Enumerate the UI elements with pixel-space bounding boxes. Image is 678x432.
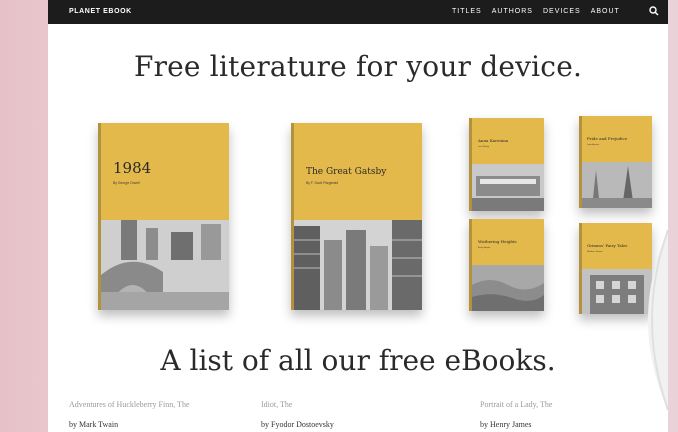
list-item[interactable]: Adventures of Huckleberry Finn, The by M… xyxy=(69,400,190,429)
decorative-swoosh xyxy=(648,230,668,410)
nav-devices-link[interactable]: DEVICES xyxy=(543,8,581,15)
list-item-author[interactable]: by Mark Twain xyxy=(69,420,190,429)
book-author: Jane Austen xyxy=(587,144,600,146)
book-title: Anna Karenina xyxy=(478,138,509,143)
book-author: Brothers Grimm xyxy=(587,251,603,253)
trees-photo-image xyxy=(582,162,652,208)
book-author: Leo Tolstoy xyxy=(478,146,490,148)
top-navigation-bar: PLANET EBOOK TITLES AUTHORS DEVICES ABOU… xyxy=(48,0,668,24)
book-author: Emily Brontë xyxy=(478,247,491,249)
browser-page: PLANET EBOOK TITLES AUTHORS DEVICES ABOU… xyxy=(48,0,668,432)
site-logo-link[interactable]: PLANET EBOOK xyxy=(69,8,132,15)
book-cover-1984[interactable]: 1984 By George Orwell xyxy=(98,123,229,310)
book-title: Wuthering Heights xyxy=(478,239,517,244)
list-item-title[interactable]: Adventures of Huckleberry Finn, The xyxy=(69,400,190,409)
book-cover-pride-and-prejudice[interactable]: Pride and Prejudice Jane Austen xyxy=(579,116,652,208)
list-heading: A list of all our free eBooks. xyxy=(160,344,556,377)
book-author: By George Orwell xyxy=(113,181,140,185)
search-icon[interactable] xyxy=(649,6,659,16)
hero-heading: Free literature for your device. xyxy=(133,50,583,83)
book-title: Pride and Prejudice xyxy=(587,136,628,141)
list-item-author[interactable]: by Henry James xyxy=(480,420,552,429)
main-nav: TITLES AUTHORS DEVICES ABOUT xyxy=(452,8,620,15)
book-author: By F. Scott Fitzgerald xyxy=(306,181,339,185)
train-photo-image xyxy=(472,164,544,211)
list-item-title[interactable]: Idiot, The xyxy=(261,400,334,409)
list-item[interactable]: Portrait of a Lady, The by Henry James xyxy=(480,400,552,429)
list-item[interactable]: Idiot, The by Fyodor Dostoevsky xyxy=(261,400,334,429)
book-title: The Great Gatsby xyxy=(306,167,387,177)
nav-about-link[interactable]: ABOUT xyxy=(591,8,620,15)
list-item-title[interactable]: Portrait of a Lady, The xyxy=(480,400,552,409)
nav-titles-link[interactable]: TITLES xyxy=(452,8,482,15)
book-title: Grimms' Fairy Tales xyxy=(587,243,628,248)
book-cover-anna-karenina[interactable]: Anna Karenina Leo Tolstoy xyxy=(469,118,544,211)
ebook-list: Adventures of Huckleberry Finn, The by M… xyxy=(48,400,668,432)
book-cover-the-great-gatsby[interactable]: The Great Gatsby By F. Scott Fitzgerald xyxy=(291,123,422,310)
list-item-author[interactable]: by Fyodor Dostoevsky xyxy=(261,420,334,429)
nav-authors-link[interactable]: AUTHORS xyxy=(492,8,533,15)
book-title: 1984 xyxy=(113,159,152,177)
book-cover-wuthering-heights[interactable]: Wuthering Heights Emily Brontë xyxy=(469,219,544,311)
moor-photo-image xyxy=(472,265,544,311)
city-photo-image xyxy=(294,220,422,310)
city-photo-image xyxy=(101,220,229,310)
